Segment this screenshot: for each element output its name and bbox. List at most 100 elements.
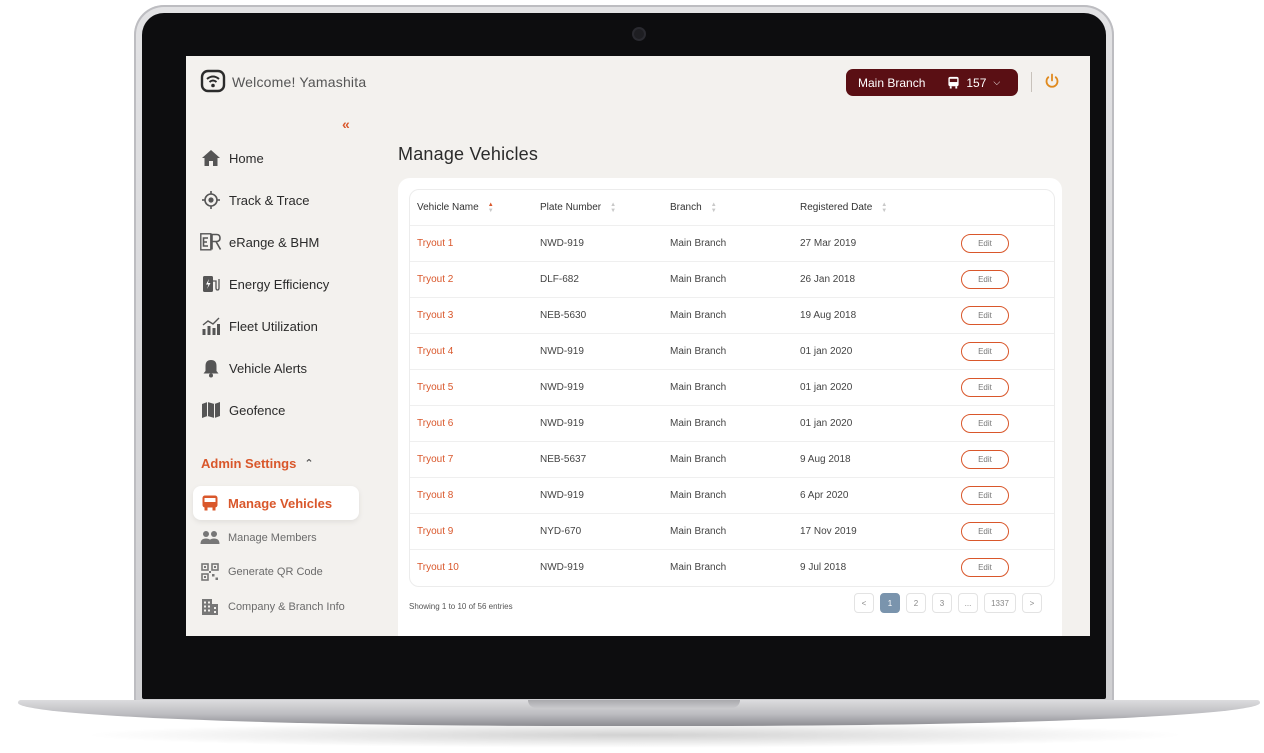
- table-row: Tryout 3 NEB-5630 Main Branch 19 Aug 201…: [410, 297, 1054, 334]
- branch-name: Main Branch: [670, 237, 727, 249]
- plate-number: NYD-670: [540, 525, 582, 537]
- qr-code-icon: [200, 563, 220, 581]
- page-button-2[interactable]: 2: [906, 593, 926, 613]
- page-ellipsis: ...: [958, 593, 978, 613]
- page-button-3[interactable]: 3: [932, 593, 952, 613]
- sidebar-item-label: Manage Members: [228, 532, 317, 544]
- branch-selector[interactable]: Main Branch 157 ⌵: [846, 69, 1018, 96]
- pagination: < 1 2 3 ... 1337 >: [848, 593, 1042, 613]
- sort-icon: ▲ ▼: [710, 201, 717, 214]
- vehicle-name-link[interactable]: Tryout 8: [417, 477, 453, 513]
- edit-button[interactable]: Edit: [961, 377, 1009, 397]
- admin-settings-toggle[interactable]: Admin Settings ⌃: [201, 456, 314, 471]
- vehicle-name-link[interactable]: Tryout 4: [417, 333, 453, 369]
- sidebar-item-energy-efficiency[interactable]: Energy Efficiency: [200, 269, 329, 299]
- chevron-up-icon: ⌃: [304, 458, 314, 470]
- registered-date: 01 jan 2020: [800, 345, 853, 357]
- chevron-down-icon: ⌵: [993, 77, 1001, 87]
- branch-name: Main Branch: [670, 489, 727, 501]
- sidebar-item-fleet-utilization[interactable]: Fleet Utilization: [200, 311, 318, 341]
- table-row: Tryout 10 NWD-919 Main Branch 9 Jul 2018…: [410, 549, 1054, 585]
- column-header-vehicle-name[interactable]: Vehicle Name ▲ ▼: [417, 190, 494, 225]
- branch-name: Main Branch: [670, 309, 727, 321]
- branch-name: Main Branch: [670, 417, 727, 429]
- home-icon: [200, 147, 222, 169]
- plate-number: NWD-919: [540, 381, 584, 393]
- sort-icon: ▲ ▼: [487, 201, 494, 214]
- registered-date: 01 jan 2020: [800, 381, 853, 393]
- building-icon: [200, 598, 220, 616]
- table-row: Tryout 2 DLF-682 Main Branch 26 Jan 2018…: [410, 261, 1054, 298]
- vehicle-name-link[interactable]: Tryout 9: [417, 513, 453, 549]
- registered-date: 9 Jul 2018: [800, 561, 847, 573]
- next-page-button[interactable]: >: [1022, 593, 1042, 613]
- top-bar: Welcome! Yamashita Main Branch 157 ⌵: [186, 56, 1090, 118]
- sidebar-item-erange-bhm[interactable]: eRange & BHM: [200, 227, 319, 257]
- sidebar-item-geofence[interactable]: Geofence: [200, 395, 285, 425]
- bus-icon: [200, 494, 220, 512]
- column-header-registered-date[interactable]: Registered Date ▲ ▼: [800, 190, 887, 225]
- edit-button[interactable]: Edit: [961, 341, 1009, 361]
- vehicle-name-link[interactable]: Tryout 10: [417, 549, 459, 585]
- table-row: Tryout 9 NYD-670 Main Branch 17 Nov 2019…: [410, 513, 1054, 550]
- logo-icon: [200, 69, 226, 93]
- edit-button[interactable]: Edit: [961, 269, 1009, 289]
- edit-button[interactable]: Edit: [961, 449, 1009, 469]
- branch-name: Main Branch: [670, 453, 727, 465]
- power-icon[interactable]: [1044, 73, 1060, 89]
- sidebar-item-track-trace[interactable]: Track & Trace: [200, 185, 309, 215]
- sidebar-item-label: Energy Efficiency: [229, 276, 330, 292]
- plate-number: NWD-919: [540, 345, 584, 357]
- map-icon: [200, 399, 222, 421]
- page-button-1[interactable]: 1: [880, 593, 900, 613]
- vehicle-name-link[interactable]: Tryout 7: [417, 441, 453, 477]
- registered-date: 27 Mar 2019: [800, 237, 857, 249]
- table-row: Tryout 1 NWD-919 Main Branch 27 Mar 2019…: [410, 225, 1054, 262]
- table-row: Tryout 7 NEB-5637 Main Branch 9 Aug 2018…: [410, 441, 1054, 478]
- collapse-sidebar-icon[interactable]: «: [342, 116, 350, 132]
- column-header-plate-number[interactable]: Plate Number ▲ ▼: [540, 190, 616, 225]
- sidebar-item-generate-qr-code[interactable]: Generate QR Code: [200, 559, 323, 585]
- app-screen: Welcome! Yamashita Main Branch 157 ⌵ « H…: [186, 56, 1090, 636]
- edit-button[interactable]: Edit: [961, 413, 1009, 433]
- sort-icon: ▲ ▼: [610, 201, 617, 214]
- edit-button[interactable]: Edit: [961, 521, 1009, 541]
- vehicle-name-link[interactable]: Tryout 1: [417, 225, 453, 261]
- sidebar-item-manage-members[interactable]: Manage Members: [200, 525, 317, 551]
- plate-number: NWD-919: [540, 489, 584, 501]
- branch-name: Main Branch: [670, 273, 727, 285]
- edit-button[interactable]: Edit: [961, 233, 1009, 253]
- column-header-branch[interactable]: Branch ▲ ▼: [670, 190, 717, 225]
- bell-icon: [200, 357, 222, 379]
- branch-name: Main Branch: [670, 525, 727, 537]
- welcome-text: Welcome! Yamashita: [232, 74, 367, 90]
- table-row: Tryout 5 NWD-919 Main Branch 01 jan 2020…: [410, 369, 1054, 406]
- registered-date: 01 jan 2020: [800, 417, 853, 429]
- bar-chart-icon: [200, 315, 222, 337]
- prev-page-button[interactable]: <: [854, 593, 874, 613]
- edit-button[interactable]: Edit: [961, 485, 1009, 505]
- edit-button[interactable]: Edit: [961, 557, 1009, 577]
- table-row: Tryout 8 NWD-919 Main Branch 6 Apr 2020 …: [410, 477, 1054, 514]
- vehicle-name-link[interactable]: Tryout 2: [417, 261, 453, 297]
- page-title: Manage Vehicles: [398, 144, 539, 164]
- users-icon: [200, 529, 220, 547]
- webcam: [634, 29, 644, 39]
- sidebar-item-manage-vehicles[interactable]: Manage Vehicles: [193, 486, 359, 520]
- sidebar-item-company-branch-info[interactable]: Company & Branch Info: [200, 594, 345, 620]
- sidebar-item-home[interactable]: Home: [200, 143, 264, 173]
- sidebar-item-label: Track & Trace: [229, 192, 310, 208]
- table-row: Tryout 4 NWD-919 Main Branch 01 jan 2020…: [410, 333, 1054, 370]
- plate-number: NEB-5630: [540, 309, 587, 321]
- vehicle-name-link[interactable]: Tryout 6: [417, 405, 453, 441]
- sidebar-item-label: Generate QR Code: [228, 566, 323, 578]
- vehicle-name-link[interactable]: Tryout 3: [417, 297, 453, 333]
- edit-button[interactable]: Edit: [961, 305, 1009, 325]
- page-button-last[interactable]: 1337: [984, 593, 1016, 613]
- bus-icon: [948, 76, 959, 89]
- vehicle-name-link[interactable]: Tryout 5: [417, 369, 453, 405]
- table-header: Vehicle Name ▲ ▼ Plate Number ▲ ▼ Branch ▲…: [410, 190, 1054, 226]
- sidebar-item-vehicle-alerts[interactable]: Vehicle Alerts: [200, 353, 307, 383]
- branch-name: Main Branch: [858, 75, 926, 90]
- plate-number: NEB-5637: [540, 453, 587, 465]
